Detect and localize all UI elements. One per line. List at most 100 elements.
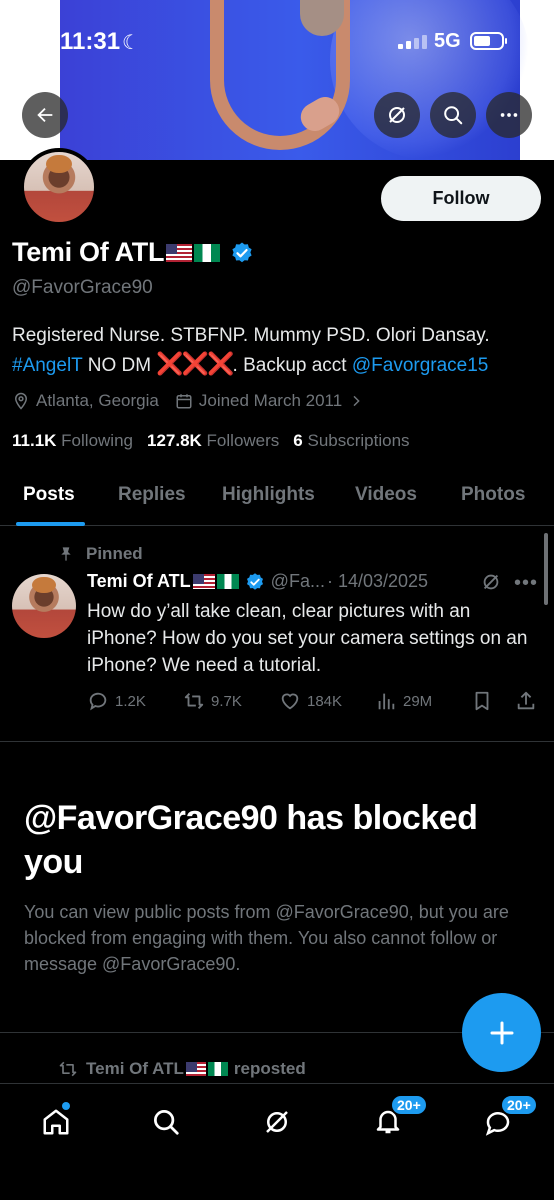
profile-handle: @FavorGrace90 [12, 277, 153, 298]
back-button[interactable] [22, 92, 68, 138]
calendar-icon [176, 394, 192, 409]
bookmark-action[interactable] [471, 690, 499, 712]
profile-name-row: Temi Of ATL [12, 237, 254, 268]
scrollbar[interactable] [544, 533, 548, 605]
tab-replies[interactable]: Replies [118, 484, 186, 506]
share-action[interactable] [515, 690, 543, 712]
bio-no-dm: NO DM [82, 355, 157, 376]
follow-button[interactable]: Follow [381, 176, 541, 221]
post-actions: 1.2K 9.7K 184K 29M [87, 690, 543, 714]
like-count: 184K [307, 692, 343, 710]
blocked-description: You can view public posts from @FavorGra… [24, 902, 509, 974]
followers-count: 127.8K [146, 431, 202, 450]
more-dots-icon [500, 113, 518, 117]
us-flag-icon [185, 1062, 206, 1076]
joined-text: Joined March 2011 [198, 391, 343, 410]
repost-indicator: Temi Of ATL reposted [58, 1059, 306, 1079]
active-tab-indicator [16, 522, 85, 526]
display-name: Temi Of ATL [12, 237, 165, 267]
grok-icon [266, 1111, 288, 1133]
like-action[interactable]: 184K [279, 690, 342, 712]
profile-meta: Atlanta, Georgia Joined March 2011 [12, 391, 386, 411]
bio-backup-handle-link[interactable]: @Favorgrace15 [352, 355, 489, 376]
views-chart-icon [378, 693, 395, 710]
profile-tabs: Posts Replies Highlights Videos Photos [0, 470, 554, 526]
post-author-handle: @Fa... [270, 571, 325, 591]
grok-icon [389, 107, 405, 123]
tab-videos[interactable]: Videos [355, 484, 417, 506]
tab-highlights[interactable]: Highlights [222, 484, 315, 506]
more-button[interactable] [486, 92, 532, 138]
followers-stat[interactable]: 127.8K Followers [147, 431, 279, 451]
status-bar: 11:31 ☾ 5G [0, 0, 554, 86]
reply-icon [89, 692, 107, 711]
tab-posts[interactable]: Posts [23, 484, 75, 506]
divider [0, 741, 554, 742]
nigeria-flag-icon [216, 574, 239, 589]
joined-item[interactable]: Joined March 2011 [175, 391, 370, 411]
chevron-right-icon [353, 395, 360, 407]
pin-icon [61, 547, 71, 561]
status-time: 11:31 [60, 28, 121, 55]
subscriptions-label: Subscriptions [307, 431, 410, 450]
bio-hashtag-link[interactable]: #AngelT [12, 355, 82, 376]
post-header: Temi Of ATL @Fa... · 14/03/2025 [87, 571, 428, 592]
bookmark-icon [475, 691, 489, 711]
following-count: 11.1K [12, 431, 57, 450]
following-label: Following [61, 431, 133, 450]
bio-backup-text: . Backup acct [232, 355, 352, 376]
profile-avatar[interactable] [20, 148, 98, 226]
plus-icon [490, 1021, 513, 1044]
nav-search[interactable] [148, 1104, 184, 1140]
repost-suffix: reposted [233, 1059, 306, 1078]
tab-photos[interactable]: Photos [461, 484, 525, 506]
views-action[interactable]: 29M [375, 690, 432, 712]
arrow-left-icon [37, 107, 53, 123]
pinned-text: Pinned [86, 544, 143, 563]
nigeria-flag-icon [194, 243, 221, 262]
network-label: 5G [434, 30, 461, 52]
post-avatar[interactable] [12, 574, 76, 638]
battery-icon [470, 32, 507, 50]
post-more-icon[interactable]: ••• [514, 572, 538, 595]
nav-messages[interactable]: 20+ [480, 1094, 538, 1140]
reply-action[interactable]: 1.2K [87, 690, 146, 712]
grok-button[interactable] [374, 92, 420, 138]
post-author-name[interactable]: Temi Of ATL [87, 571, 191, 592]
repost-icon [184, 693, 204, 709]
nav-notifications[interactable]: 20+ [370, 1094, 428, 1140]
nav-home[interactable] [38, 1102, 74, 1140]
search-icon [444, 106, 463, 125]
search-icon [154, 1110, 179, 1135]
subscriptions-stat[interactable]: 6 Subscriptions [293, 431, 409, 451]
grok-icon[interactable] [480, 571, 502, 593]
repost-author[interactable]: Temi Of ATL [86, 1059, 184, 1079]
location-item: Atlanta, Georgia [12, 391, 159, 411]
nav-grok[interactable] [259, 1104, 295, 1140]
us-flag-icon [192, 574, 215, 589]
location-pin-icon [14, 392, 28, 410]
repost-count: 9.7K [211, 692, 242, 710]
repost-action[interactable]: 9.7K [183, 690, 242, 712]
verified-badge-icon[interactable] [230, 241, 254, 265]
following-stat[interactable]: 11.1K Following [12, 431, 133, 451]
location-text: Atlanta, Georgia [36, 391, 159, 410]
subscriptions-count: 6 [293, 431, 303, 450]
reply-count: 1.2K [115, 692, 146, 710]
notifications-badge: 20+ [390, 1094, 428, 1116]
signal-icon [398, 33, 428, 49]
post-text: How do y’all take clean, clear pictures … [87, 601, 528, 676]
followers-label: Followers [206, 431, 280, 450]
search-button[interactable] [430, 92, 476, 138]
moon-icon: ☾ [122, 32, 140, 54]
us-flag-icon [166, 243, 193, 262]
profile-stats: 11.1K Following 127.8K Followers 6 Subsc… [12, 431, 424, 451]
post-date: · 14/03/2025 [326, 571, 429, 591]
x-marks-emoji: ❌❌❌ [156, 351, 234, 376]
view-count: 29M [403, 692, 433, 710]
compose-post-button[interactable] [462, 993, 541, 1072]
share-icon [517, 691, 535, 710]
messages-badge: 20+ [500, 1094, 538, 1116]
repost-icon [59, 1061, 77, 1077]
nigeria-flag-icon [207, 1062, 228, 1076]
